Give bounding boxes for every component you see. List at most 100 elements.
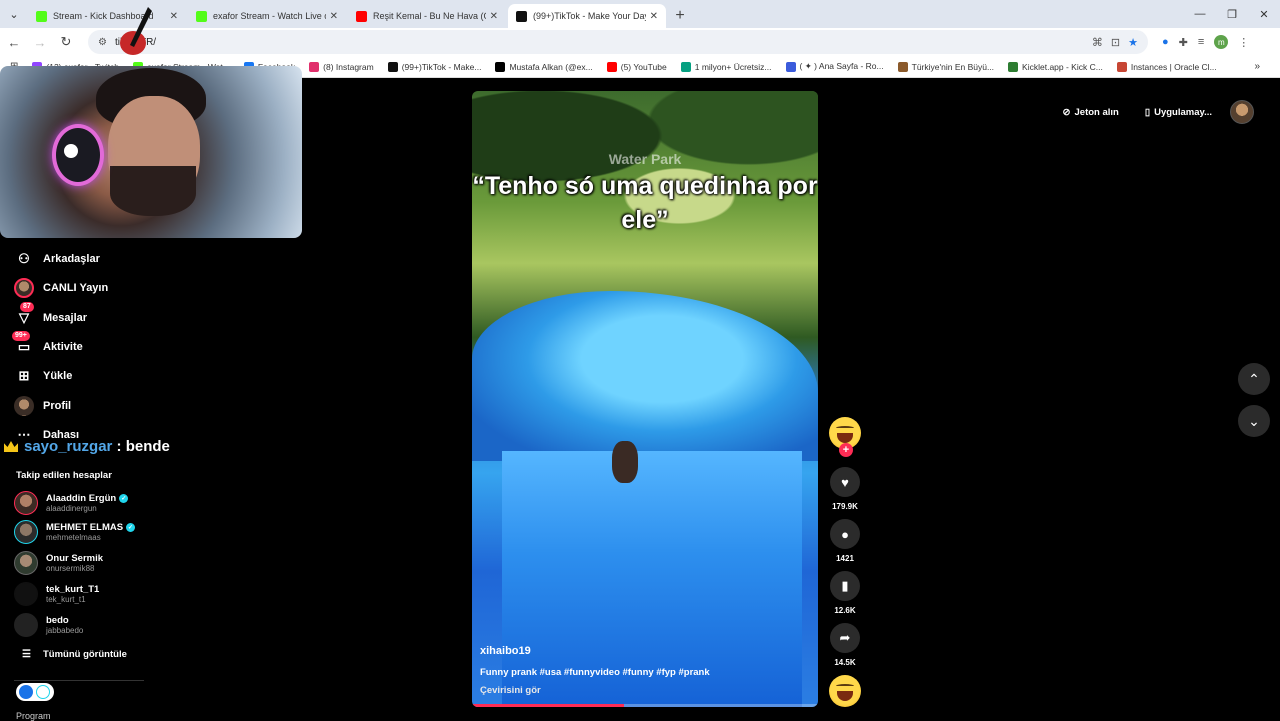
upload-icon: ⊞: [18, 368, 30, 383]
profile-avatar[interactable]: m: [1214, 35, 1229, 49]
account-name: tek_kurt_T1: [46, 584, 100, 595]
video-scene-person: [612, 441, 638, 483]
like-button[interactable]: ♥: [830, 467, 860, 497]
sidebar-item-live[interactable]: CANLI Yayın: [14, 277, 108, 299]
video-progress-bar[interactable]: [472, 704, 818, 707]
window-controls: — ❐ ✕: [1184, 0, 1280, 28]
extension-icon[interactable]: ●: [1162, 36, 1169, 48]
following-account[interactable]: Onur Sermik onursermik88: [14, 551, 103, 575]
bookmark-item[interactable]: Türkiye'nin En Büyü...: [897, 61, 994, 72]
url-input[interactable]: ⚙ tik /tr-TR/ ⌘ ⊡ ★: [88, 30, 1148, 54]
following-account[interactable]: Alaaddin Ergün ✓ alaaddinergun: [14, 491, 129, 515]
browser-tab[interactable]: exafor Stream - Watch Live on Kick ✕: [188, 4, 346, 28]
save-button[interactable]: ▮: [830, 571, 860, 601]
get-coins-label: Jeton alın: [1074, 106, 1119, 118]
extensions-puzzle-icon[interactable]: ✚: [1179, 36, 1188, 49]
translate-icon[interactable]: ⌘: [1092, 36, 1103, 49]
previous-video-button[interactable]: ⌃: [1238, 363, 1270, 395]
live-icon: [14, 278, 34, 298]
kick-favicon-icon: [196, 10, 207, 22]
sidebar-item-messages[interactable]: ▽ 87 Mesajlar: [14, 302, 87, 329]
see-translation-link[interactable]: Çevirisini gör: [480, 685, 541, 696]
account-username: tek_kurt_t1: [46, 595, 86, 604]
install-icon[interactable]: ⊡: [1111, 36, 1120, 49]
sidebar-item-friends[interactable]: ⚇ Arkadaşlar: [14, 248, 100, 270]
get-app-button[interactable]: ▯ Uygulamay...: [1137, 99, 1220, 125]
new-tab-icon[interactable]: +: [668, 4, 692, 28]
close-icon[interactable]: ✕: [490, 11, 498, 22]
share-button[interactable]: ➦: [830, 623, 860, 653]
media-icon[interactable]: ≡: [1198, 36, 1204, 48]
bookmark-item[interactable]: (5) YouTube: [606, 61, 667, 72]
close-icon[interactable]: ✕: [170, 11, 178, 22]
bookmark-item[interactable]: ( ✦ ) Ana Sayfa - Ro...: [785, 61, 884, 72]
video-actions: + ♥ 179.9K ● 1421 ▮ 12.6K ➦ 14.5K: [828, 417, 862, 707]
video-watermark: Water Park: [608, 151, 682, 167]
coin-icon: ⊘: [1062, 106, 1071, 118]
oracle-icon: [1116, 61, 1127, 72]
bookmark-item[interactable]: Kicklet.app - Kick C...: [1008, 61, 1103, 72]
crown-icon: [4, 441, 18, 452]
site-icon: [897, 61, 908, 72]
browser-tab[interactable]: Stream - Kick Dashboard ✕: [28, 4, 186, 28]
comment-count: 1421: [836, 554, 854, 563]
next-video-button[interactable]: ⌄: [1238, 405, 1270, 437]
account-name: MEHMET ELMAS: [46, 522, 124, 533]
video-author-link[interactable]: xihaibo19: [480, 645, 531, 657]
site-info-icon[interactable]: ⚙: [98, 37, 107, 48]
bookmark-item[interactable]: Mustafa Alkan (@ex...: [495, 61, 593, 72]
author-avatar-emoji-icon[interactable]: +: [829, 417, 861, 457]
follow-plus-icon[interactable]: +: [839, 443, 853, 457]
instagram-icon: [309, 61, 320, 72]
bookmark-star-icon[interactable]: ★: [1128, 36, 1138, 49]
tab-title: Reşit Kemal - Bu Ne Hava (Official: [373, 11, 486, 21]
see-all-following-button[interactable]: ☰ Tümünü görüntüle: [22, 649, 127, 660]
account-username: mehmetelmaas: [46, 533, 101, 542]
address-toolbar: ← → ↻ ⚙ tik /tr-TR/ ⌘ ⊡ ★ ● ✚ ≡ m ⋮: [0, 28, 1280, 56]
more-bookmarks-icon[interactable]: »: [1254, 61, 1260, 72]
bookmark-item[interactable]: (8) Instagram: [309, 61, 374, 72]
video-player[interactable]: Water Park “Tenho só uma quedinha por el…: [472, 91, 818, 707]
back-icon[interactable]: ←: [2, 30, 26, 54]
chevron-down-icon: ⌄: [1248, 412, 1260, 429]
sidebar-item-activity[interactable]: ▭ 99+ Aktivite: [12, 331, 83, 358]
close-icon[interactable]: ✕: [650, 11, 658, 22]
browser-tab[interactable]: Reşit Kemal - Bu Ne Hava (Official ✕: [348, 4, 506, 28]
bookmark-item[interactable]: (99+)TikTok - Make...: [387, 61, 481, 72]
comment-button[interactable]: ●: [830, 519, 860, 549]
user-avatar[interactable]: [1230, 100, 1254, 124]
sidebar-item-profile[interactable]: Profil: [14, 395, 71, 417]
webcam-beard: [110, 166, 196, 216]
following-account[interactable]: tek_kurt_T1 tek_kurt_t1: [14, 582, 99, 606]
tab-search-icon[interactable]: ⌄: [0, 0, 28, 28]
close-window-icon[interactable]: ✕: [1248, 0, 1280, 28]
video-caption: “Tenho só uma quedinha por ele”: [472, 172, 818, 234]
account-username: onursermik88: [46, 564, 95, 573]
mode-toggle[interactable]: [16, 683, 54, 701]
browser-tab-active[interactable]: (99+)TikTok - Make Your Day ✕: [508, 4, 666, 28]
emoji-eyes: [836, 426, 854, 430]
power-icon: [36, 685, 50, 699]
minimize-icon[interactable]: —: [1184, 0, 1216, 28]
bookmark-item[interactable]: 1 milyon+ Ücretsiz...: [680, 61, 772, 72]
restore-icon[interactable]: ❐: [1216, 0, 1248, 28]
profile-icon: [14, 396, 34, 416]
music-disc-emoji-icon[interactable]: [829, 675, 861, 707]
verified-icon: ✓: [126, 523, 136, 532]
following-account[interactable]: MEHMET ELMAS ✓ mehmetelmaas: [14, 520, 136, 544]
reload-icon[interactable]: ↻: [54, 30, 78, 54]
following-account[interactable]: bedo jabbabedo: [14, 613, 83, 637]
bookmark-label: ( ✦ ) Ana Sayfa - Ro...: [799, 61, 884, 71]
get-coins-button[interactable]: ⊘ Jeton alın: [1055, 99, 1127, 125]
kicklet-icon: [1008, 61, 1019, 72]
account-name: Alaaddin Ergün: [46, 493, 117, 504]
bookmark-item[interactable]: Instances | Oracle Cl...: [1116, 61, 1217, 72]
sidebar-item-upload[interactable]: ⊞ Yükle: [14, 365, 73, 387]
close-icon[interactable]: ✕: [330, 11, 338, 22]
chat-overlay-message: sayo_ruzgar : bende: [4, 438, 170, 455]
forward-icon[interactable]: →: [28, 30, 52, 54]
tab-title: (99+)TikTok - Make Your Day: [533, 11, 646, 21]
menu-kebab-icon[interactable]: ⋮: [1238, 36, 1249, 49]
share-icon: ➦: [839, 630, 851, 645]
comment-icon: ●: [841, 526, 849, 542]
